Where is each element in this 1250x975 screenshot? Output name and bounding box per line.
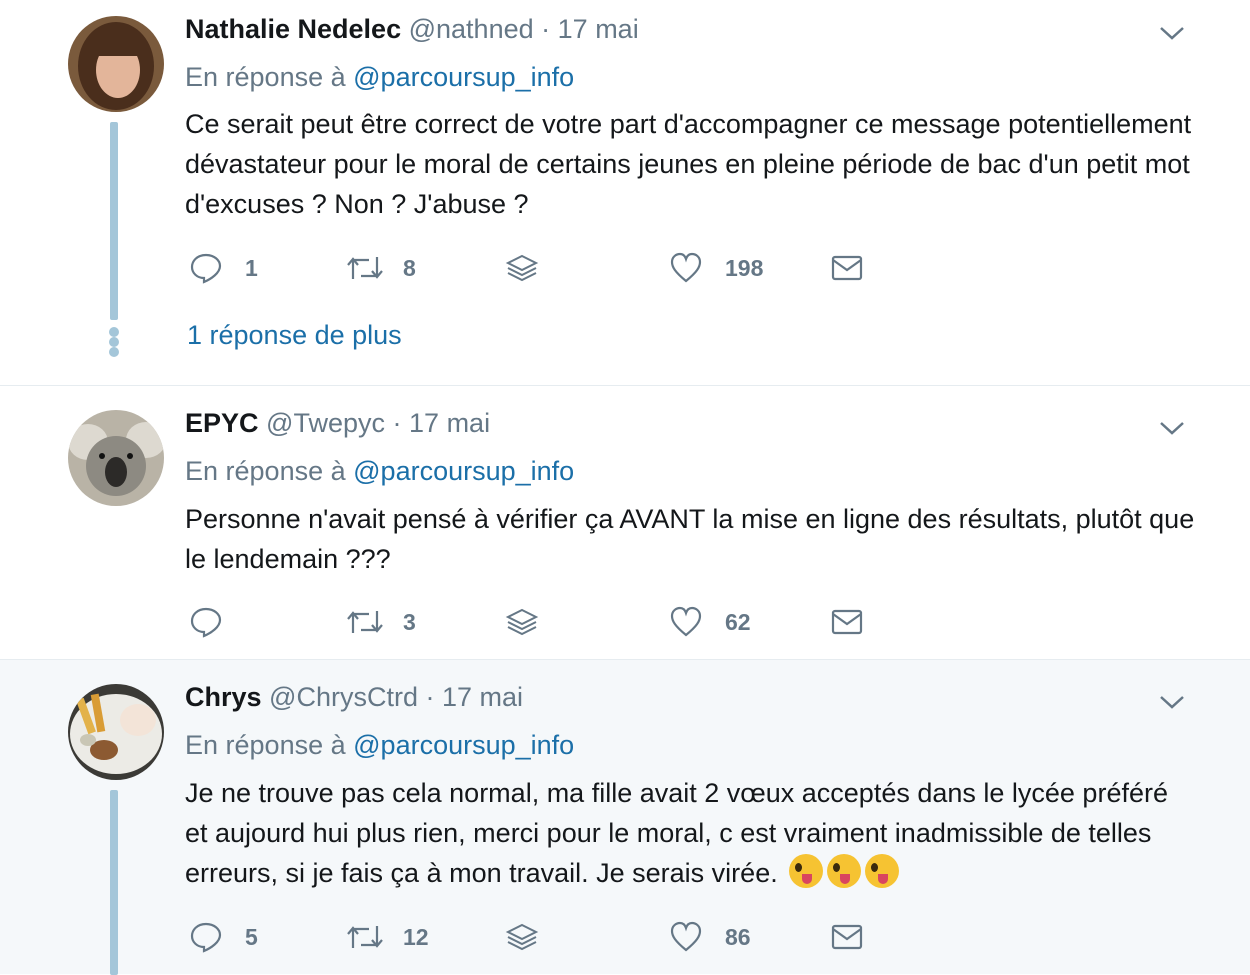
reply-prefix: En réponse à [185,456,346,486]
chevron-down-icon[interactable] [1158,419,1186,437]
retweet-count: 12 [403,923,429,950]
separator: · [392,408,402,438]
tweet-date[interactable]: 17 mai [442,682,523,712]
tweet-chrys[interactable]: Chrys @ChrysCtrd · 17 mai En réponse à @… [0,659,1250,975]
layers-icon [505,608,539,636]
layers-icon [505,254,539,282]
thread-dot [109,327,119,337]
stack-button[interactable] [505,917,539,957]
action-bar: 1 8 198 [185,248,885,288]
retweet-arrows-icon [347,611,383,633]
reply-prefix: En réponse à [185,62,346,92]
speech-bubble-icon [190,607,222,638]
tweet-header: Nathalie Nedelec @nathned · 17 mai [185,14,639,45]
avatar[interactable] [68,16,164,112]
user-handle[interactable]: @Twepyc [266,408,385,438]
tweet-date[interactable]: 17 mai [409,408,490,438]
thread-line [110,122,118,320]
retweet-arrows-icon [347,926,383,948]
reply-to-link[interactable]: @parcoursup_info [353,730,574,760]
tweet-date[interactable]: 17 mai [558,14,639,44]
dm-button[interactable] [830,602,864,642]
retweet-button[interactable]: 8 [345,248,416,288]
envelope-icon [831,924,863,950]
tweet-header: EPYC @Twepyc · 17 mai [185,408,490,439]
tweet-epyc[interactable]: EPYC @Twepyc · 17 mai En réponse à @parc… [0,385,1250,659]
like-count: 62 [725,608,751,635]
reply-button[interactable] [189,602,245,642]
like-button[interactable]: 86 [669,917,751,957]
reply-to-link[interactable]: @parcoursup_info [353,456,574,486]
stack-button[interactable] [505,248,539,288]
speech-bubble-icon [190,922,222,953]
more-replies-link[interactable]: 1 réponse de plus [187,320,402,351]
like-count: 86 [725,923,751,950]
zany-face-emoji [789,854,824,888]
retweet-button[interactable]: 12 [345,917,429,957]
like-count: 198 [725,254,764,281]
user-name[interactable]: Nathalie Nedelec [185,14,401,44]
speech-bubble-icon [190,253,222,284]
tweet-text: Je ne trouve pas cela normal, ma fille a… [185,778,1168,888]
envelope-icon [831,609,863,635]
separator: · [541,14,551,44]
user-handle[interactable]: @ChrysCtrd [269,682,418,712]
reply-context: En réponse à @parcoursup_info [185,62,574,93]
user-handle[interactable]: @nathned [409,14,534,44]
chevron-down-icon[interactable] [1158,693,1186,711]
action-bar: 3 62 [185,602,885,642]
reply-count: 1 [245,254,258,281]
reply-prefix: En réponse à [185,730,346,760]
retweet-button[interactable]: 3 [345,602,416,642]
reply-context: En réponse à @parcoursup_info [185,456,574,487]
dm-button[interactable] [830,248,864,288]
avatar[interactable] [68,684,164,780]
tweet-text: Personne n'avait pensé à vérifier ça AVA… [185,504,1195,574]
user-name[interactable]: EPYC [185,408,259,438]
heart-icon [670,921,702,952]
layers-icon [505,923,539,951]
envelope-icon [831,255,863,281]
dm-button[interactable] [830,917,864,957]
retweet-count: 8 [403,254,416,281]
tweet-text-wrap: Je ne trouve pas cela normal, ma fille a… [185,773,1195,893]
reply-to-link[interactable]: @parcoursup_info [353,62,574,92]
thread-dot [109,347,119,357]
stack-button[interactable] [505,602,539,642]
thread-dot [109,337,119,347]
user-name[interactable]: Chrys [185,682,262,712]
reply-button[interactable]: 5 [189,917,258,957]
heart-icon [670,606,702,637]
like-button[interactable]: 62 [669,602,751,642]
retweet-count: 3 [403,608,416,635]
zany-face-emoji [865,854,900,888]
zany-face-emoji [827,854,862,888]
tweet-text: Ce serait peut être correct de votre par… [185,109,1192,219]
reply-button[interactable]: 1 [189,248,258,288]
thread-line [110,790,118,975]
chevron-down-icon[interactable] [1158,24,1186,42]
tweet-nathalie[interactable]: Nathalie Nedelec @nathned · 17 mai En ré… [0,0,1250,385]
reply-count: 5 [245,923,258,950]
tweet-header: Chrys @ChrysCtrd · 17 mai [185,682,523,713]
like-button[interactable]: 198 [669,248,763,288]
avatar[interactable] [68,410,164,506]
reply-context: En réponse à @parcoursup_info [185,730,574,761]
action-bar: 5 12 86 [185,917,885,957]
retweet-arrows-icon [347,257,383,279]
heart-icon [670,252,702,283]
separator: · [425,682,435,712]
